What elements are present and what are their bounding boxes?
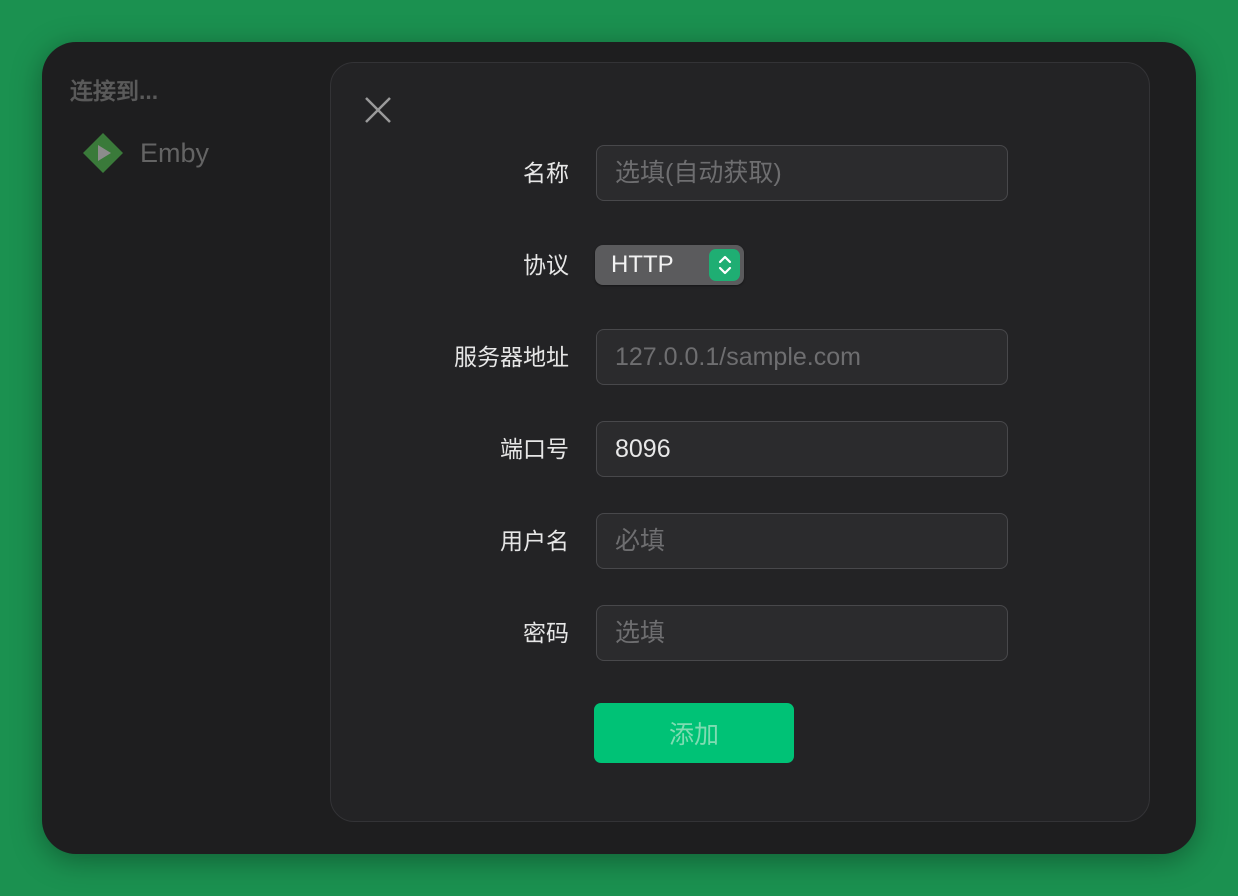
add-server-dialog: 名称 协议 HTTP 服务器地址 端口号 用户名 密码 添加	[330, 62, 1150, 822]
sidebar-title: 连接到...	[70, 78, 159, 104]
name-row: 名称	[331, 145, 1151, 201]
server-label: 服务器地址	[454, 344, 569, 370]
password-row: 密码	[331, 605, 1151, 661]
protocol-label: 协议	[523, 252, 569, 278]
chevron-up-down-icon	[709, 249, 740, 281]
sidebar-item-emby[interactable]: Emby	[82, 132, 209, 174]
server-address-input[interactable]	[596, 329, 1008, 385]
add-button[interactable]: 添加	[594, 703, 794, 763]
port-row: 端口号	[331, 421, 1151, 477]
protocol-select[interactable]: HTTP	[595, 245, 744, 285]
sidebar-item-label: Emby	[140, 137, 210, 168]
name-input[interactable]	[596, 145, 1008, 201]
server-row: 服务器地址	[331, 329, 1151, 385]
name-label: 名称	[523, 160, 569, 186]
emby-logo-icon	[83, 133, 123, 173]
protocol-row: 协议 HTTP	[331, 243, 1151, 299]
port-label: 端口号	[500, 436, 569, 462]
password-label: 密码	[523, 620, 569, 646]
username-input[interactable]	[596, 513, 1008, 569]
protocol-value: HTTP	[611, 251, 674, 278]
username-row: 用户名	[331, 513, 1151, 569]
port-input[interactable]	[596, 421, 1008, 477]
password-input[interactable]	[596, 605, 1008, 661]
close-icon[interactable]	[363, 95, 393, 125]
app-window: 连接到... Emby 名称 协议 HTTP 服务器地址 端口号 用户名	[42, 42, 1196, 854]
username-label: 用户名	[500, 528, 569, 554]
